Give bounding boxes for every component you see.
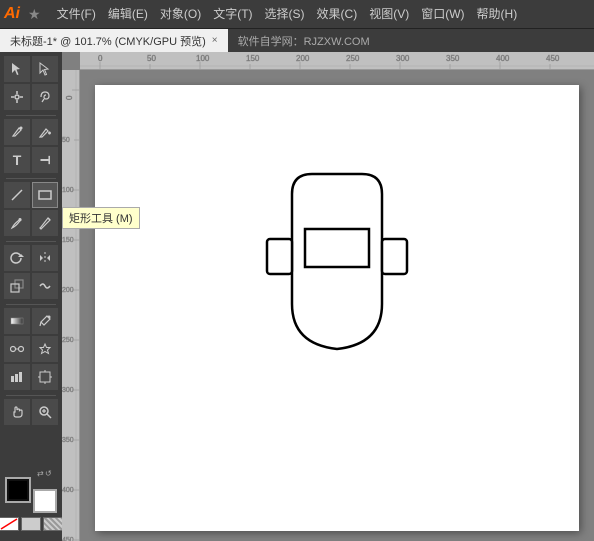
lasso-tool[interactable] — [32, 84, 58, 110]
app-star-icon: ★ — [28, 6, 41, 23]
tool-row-8 — [0, 273, 62, 299]
tab-close-button[interactable]: × — [212, 35, 218, 46]
none-swatch[interactable] — [0, 517, 19, 531]
tool-row-9 — [0, 308, 62, 334]
tool-row-6 — [0, 210, 62, 236]
tool-row-12 — [0, 399, 62, 425]
svg-text:50: 50 — [62, 137, 70, 144]
pencil-tool[interactable] — [32, 210, 58, 236]
blend-tool[interactable] — [4, 336, 30, 362]
svg-text:100: 100 — [196, 54, 210, 63]
menu-file[interactable]: 文件(F) — [51, 0, 102, 28]
svg-text:350: 350 — [446, 54, 460, 63]
menu-object[interactable]: 对象(O) — [154, 0, 207, 28]
tool-row-11 — [0, 364, 62, 390]
menu-view[interactable]: 视图(V) — [363, 0, 415, 28]
select-tool[interactable] — [4, 56, 30, 82]
menu-select[interactable]: 选择(S) — [259, 0, 311, 28]
vertical-type-tool[interactable]: T — [32, 147, 58, 173]
toolbar: T T — [0, 52, 62, 541]
ruler-vertical: 0 50 100 150 200 250 300 350 400 450 — [62, 70, 80, 541]
color-mode-swatch[interactable] — [21, 517, 41, 531]
tool-row-10 — [0, 336, 62, 362]
foreground-color-swatch[interactable] — [5, 477, 31, 503]
warp-tool[interactable] — [32, 273, 58, 299]
svg-text:300: 300 — [62, 387, 74, 394]
app-logo: Ai — [4, 5, 20, 23]
svg-text:450: 450 — [546, 54, 560, 63]
main-area: T T — [0, 52, 594, 541]
svg-text:200: 200 — [296, 54, 310, 63]
add-anchor-tool[interactable] — [32, 119, 58, 145]
canvas-area[interactable]: 0 50 100 150 200 250 300 350 400 450 500 — [62, 52, 594, 541]
scale-tool[interactable] — [4, 273, 30, 299]
artboard-tool[interactable] — [32, 364, 58, 390]
svg-text:50: 50 — [147, 54, 156, 63]
helmet-drawing — [237, 164, 437, 404]
tab-bar: 未标题-1* @ 101.7% (CMYK/GPU 预览) × 软件自学网：RJ… — [0, 28, 594, 52]
tool-row-4: T T — [0, 147, 62, 173]
tab-active[interactable]: 未标题-1* @ 101.7% (CMYK/GPU 预览) × — [0, 29, 228, 52]
menu-bar: Ai ★ 文件(F) 编辑(E) 对象(O) 文字(T) 选择(S) 效果(C)… — [0, 0, 594, 28]
svg-text:150: 150 — [62, 237, 74, 244]
artboard — [95, 85, 579, 531]
gradient-mode-swatch[interactable] — [43, 517, 63, 531]
tool-divider-3 — [6, 241, 56, 242]
tool-row-1 — [0, 56, 62, 82]
symbol-tool[interactable] — [32, 336, 58, 362]
svg-text:250: 250 — [62, 337, 74, 344]
reflect-tool[interactable] — [32, 245, 58, 271]
tab-other[interactable]: 软件自学网：RJZXW.COM — [228, 29, 380, 52]
tool-row-3 — [0, 119, 62, 145]
svg-text:250: 250 — [346, 54, 360, 63]
tool-row-5 — [0, 182, 62, 208]
rect-tool[interactable] — [32, 182, 58, 208]
tool-divider-5 — [6, 395, 56, 396]
tool-divider-1 — [6, 115, 56, 116]
menu-window[interactable]: 窗口(W) — [415, 0, 470, 28]
svg-text:150: 150 — [246, 54, 260, 63]
ruler-horizontal: 0 50 100 150 200 250 300 350 400 450 500 — [80, 52, 594, 70]
svg-text:400: 400 — [62, 487, 74, 494]
hand-tool[interactable] — [4, 399, 30, 425]
svg-text:400: 400 — [496, 54, 510, 63]
menu-type[interactable]: 文字(T) — [207, 0, 258, 28]
line-tool[interactable] — [4, 182, 30, 208]
rotate-tool[interactable] — [4, 245, 30, 271]
direct-select-tool[interactable] — [32, 56, 58, 82]
column-graph-tool[interactable] — [4, 364, 30, 390]
canvas-bg — [80, 70, 594, 541]
svg-text:0: 0 — [65, 95, 74, 100]
gradient-tool[interactable] — [4, 308, 30, 334]
svg-text:300: 300 — [396, 54, 410, 63]
svg-text:0: 0 — [98, 54, 103, 63]
tab-active-label: 未标题-1* @ 101.7% (CMYK/GPU 预览) — [10, 33, 206, 49]
helmet-svg — [237, 164, 437, 404]
menu-edit[interactable]: 编辑(E) — [102, 0, 154, 28]
swap-colors-icon[interactable]: ⇄ — [37, 469, 47, 479]
svg-text:100: 100 — [62, 187, 74, 194]
eyedropper-tool[interactable] — [32, 308, 58, 334]
menu-effect[interactable]: 效果(C) — [311, 0, 364, 28]
tool-row-2 — [0, 84, 62, 110]
svg-text:200: 200 — [62, 287, 74, 294]
menu-help[interactable]: 帮助(H) — [471, 0, 524, 28]
tool-divider-4 — [6, 304, 56, 305]
zoom-tool[interactable] — [32, 399, 58, 425]
magic-wand-tool[interactable] — [4, 84, 30, 110]
type-tool[interactable]: T — [4, 147, 30, 173]
tool-row-7 — [0, 245, 62, 271]
tool-divider-2 — [6, 178, 56, 179]
background-color-swatch[interactable] — [33, 489, 57, 513]
pen-tool[interactable] — [4, 119, 30, 145]
color-area: ↺ ⇄ — [0, 465, 62, 537]
paintbrush-tool[interactable] — [4, 210, 30, 236]
tab-other-label: 软件自学网：RJZXW.COM — [238, 33, 370, 49]
svg-text:350: 350 — [62, 437, 74, 444]
svg-text:450: 450 — [62, 537, 74, 541]
